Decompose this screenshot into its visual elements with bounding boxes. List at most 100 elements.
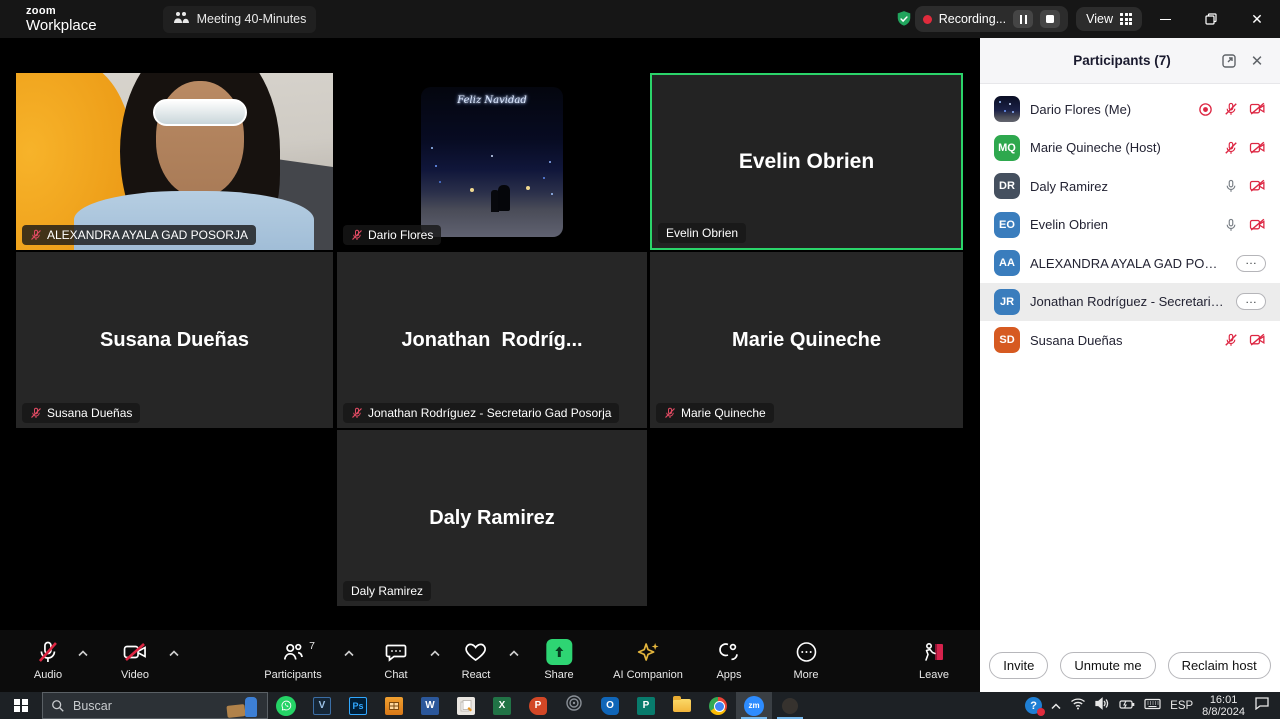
participants-options-caret[interactable] <box>344 644 354 662</box>
camera-off-icon[interactable] <box>1249 141 1266 155</box>
taskbar-app-excel[interactable]: X <box>484 692 520 719</box>
participant-row-daly[interactable]: DR Daly Ramirez <box>980 167 1280 206</box>
mic-muted-icon[interactable] <box>1224 141 1238 155</box>
participant-row-jonathan[interactable]: JR Jonathan Rodríguez - Secretario Ga...… <box>980 283 1280 322</box>
video-tile-alexandra[interactable]: ALEXANDRA AYALA GAD POSORJA <box>16 73 333 250</box>
taskbar-app-document-stack[interactable] <box>448 692 484 719</box>
help-notification-icon[interactable]: ? <box>1025 697 1042 714</box>
reclaim-host-button[interactable]: Reclaim host <box>1168 652 1271 679</box>
meeting-tab[interactable]: Meeting 40-Minutes <box>163 6 317 33</box>
action-center-icon[interactable] <box>1254 696 1270 715</box>
mic-muted-icon <box>351 229 363 241</box>
video-tile-dario[interactable]: Feliz Navidad Dario Flores <box>337 73 647 250</box>
participant-row-dario[interactable]: Dario Flores (Me) <box>980 90 1280 129</box>
react-options-caret[interactable] <box>509 644 519 662</box>
participants-list: Dario Flores (Me) MQ Marie Quineche (Hos… <box>980 84 1280 360</box>
taskbar-search-box[interactable]: Buscar <box>42 692 268 719</box>
view-button[interactable]: View <box>1076 7 1142 31</box>
video-button[interactable]: Video <box>121 639 149 681</box>
camera-off-icon[interactable] <box>1249 218 1266 232</box>
taskbar-app-spiral[interactable] <box>556 692 592 719</box>
participants-panel-footer: Invite Unmute me Reclaim host <box>980 652 1280 679</box>
language-indicator[interactable]: ESP <box>1170 700 1193 712</box>
chat-button[interactable]: Chat <box>384 639 408 681</box>
video-label: Video <box>121 669 149 681</box>
video-tile-evelin-active-speaker[interactable]: Evelin Obrien Evelin Obrien <box>650 73 963 250</box>
taskbar-app-publisher[interactable]: P <box>628 692 664 719</box>
tile-name-badge: Daly Ramirez <box>343 581 431 601</box>
touch-keyboard-icon[interactable] <box>1144 697 1161 715</box>
taskbar-app-powerpoint[interactable]: P <box>520 692 556 719</box>
camera-off-icon[interactable] <box>1249 102 1266 116</box>
security-shield-icon[interactable] <box>893 8 915 30</box>
taskbar-app-zoom-active[interactable]: zm <box>736 692 772 719</box>
whatsapp-icon <box>276 696 296 716</box>
meeting-participants-icon <box>173 11 189 28</box>
minimize-button[interactable] <box>1142 0 1188 38</box>
participant-row-marie[interactable]: MQ Marie Quineche (Host) <box>980 129 1280 168</box>
mic-muted-icon[interactable] <box>1224 333 1238 347</box>
more-options-button[interactable]: … <box>1236 293 1266 310</box>
invite-button[interactable]: Invite <box>989 652 1048 679</box>
leave-button[interactable]: Leave <box>919 639 949 681</box>
stop-recording-button[interactable] <box>1040 10 1060 28</box>
participants-button[interactable]: 7 Participants <box>264 639 321 681</box>
participant-row-evelin[interactable]: EO Evelin Obrien <box>980 206 1280 245</box>
apps-button[interactable]: Apps <box>716 639 741 681</box>
taskbar-app-file-explorer[interactable] <box>664 692 700 719</box>
camera-off-icon[interactable] <box>1249 333 1266 347</box>
video-tile-daly[interactable]: Daly Ramirez Daly Ramirez <box>337 430 647 606</box>
react-button[interactable]: React <box>462 639 491 681</box>
taskbar-app-word[interactable]: W <box>412 692 448 719</box>
participants-panel-header: Participants (7) ✕ <box>980 38 1280 84</box>
taskbar-app-outlook[interactable]: O <box>592 692 628 719</box>
mic-on-icon[interactable] <box>1224 179 1238 193</box>
share-button[interactable]: Share <box>544 639 573 681</box>
ai-companion-button[interactable]: AI Companion <box>613 639 683 681</box>
video-tile-susana[interactable]: Susana Dueñas Susana Dueñas <box>16 252 333 428</box>
view-label: View <box>1086 12 1113 26</box>
video-tile-jonathan[interactable]: Jonathan Rodríg... Jonathan Rodríguez - … <box>337 252 647 428</box>
start-button[interactable] <box>0 692 42 719</box>
avatar: JR <box>994 289 1020 315</box>
taskbar-clock[interactable]: 16:01 8/8/2024 <box>1202 694 1245 718</box>
audio-button[interactable]: Audio <box>34 639 62 681</box>
more-options-button[interactable]: … <box>1236 255 1266 272</box>
taskbar-app-photoshop[interactable]: Ps <box>340 692 376 719</box>
close-panel-icon[interactable]: ✕ <box>1246 50 1268 72</box>
camera-off-icon[interactable] <box>1249 179 1266 193</box>
restore-button[interactable] <box>1188 0 1234 38</box>
video-tile-marie[interactable]: Marie Quineche Marie Quineche <box>650 252 963 428</box>
spiral-app-icon <box>565 694 583 717</box>
chat-options-caret[interactable] <box>430 644 440 662</box>
zoom-app-icon: zm <box>744 696 764 716</box>
volume-icon[interactable] <box>1095 697 1110 715</box>
battery-icon[interactable] <box>1119 697 1135 715</box>
more-button[interactable]: More <box>793 639 818 681</box>
mic-muted-icon[interactable] <box>1224 102 1238 116</box>
participants-panel-title: Participants (7) <box>992 53 1212 68</box>
film-strip-icon <box>385 697 403 715</box>
audio-options-caret[interactable] <box>78 644 88 662</box>
taskbar-app-chrome[interactable] <box>700 692 736 719</box>
unmute-me-button[interactable]: Unmute me <box>1060 652 1155 679</box>
video-options-caret[interactable] <box>169 644 179 662</box>
taskbar-apps: V Ps W X P O P zm <box>268 692 808 719</box>
heart-icon <box>464 639 488 665</box>
avatar: EO <box>994 212 1020 238</box>
wifi-icon[interactable] <box>1070 697 1086 715</box>
mic-on-icon[interactable] <box>1224 218 1238 232</box>
taskbar-app-whatsapp[interactable] <box>268 692 304 719</box>
pause-recording-button[interactable] <box>1013 10 1033 28</box>
powerpoint-icon: P <box>529 697 547 715</box>
recording-indicator: Recording... <box>915 6 1068 32</box>
video-stage: ALEXANDRA AYALA GAD POSORJA Feliz Navida… <box>0 38 980 692</box>
taskbar-app-video-editor[interactable] <box>376 692 412 719</box>
close-button[interactable]: ✕ <box>1234 0 1280 38</box>
participant-row-alexandra[interactable]: AA ALEXANDRA AYALA GAD POSORJA … <box>980 244 1280 283</box>
participant-row-susana[interactable]: SD Susana Dueñas <box>980 321 1280 360</box>
pop-out-icon[interactable] <box>1218 50 1240 72</box>
tray-expand-caret[interactable] <box>1051 697 1061 715</box>
taskbar-app-background[interactable] <box>772 692 808 719</box>
taskbar-app-visual-basic[interactable]: V <box>304 692 340 719</box>
